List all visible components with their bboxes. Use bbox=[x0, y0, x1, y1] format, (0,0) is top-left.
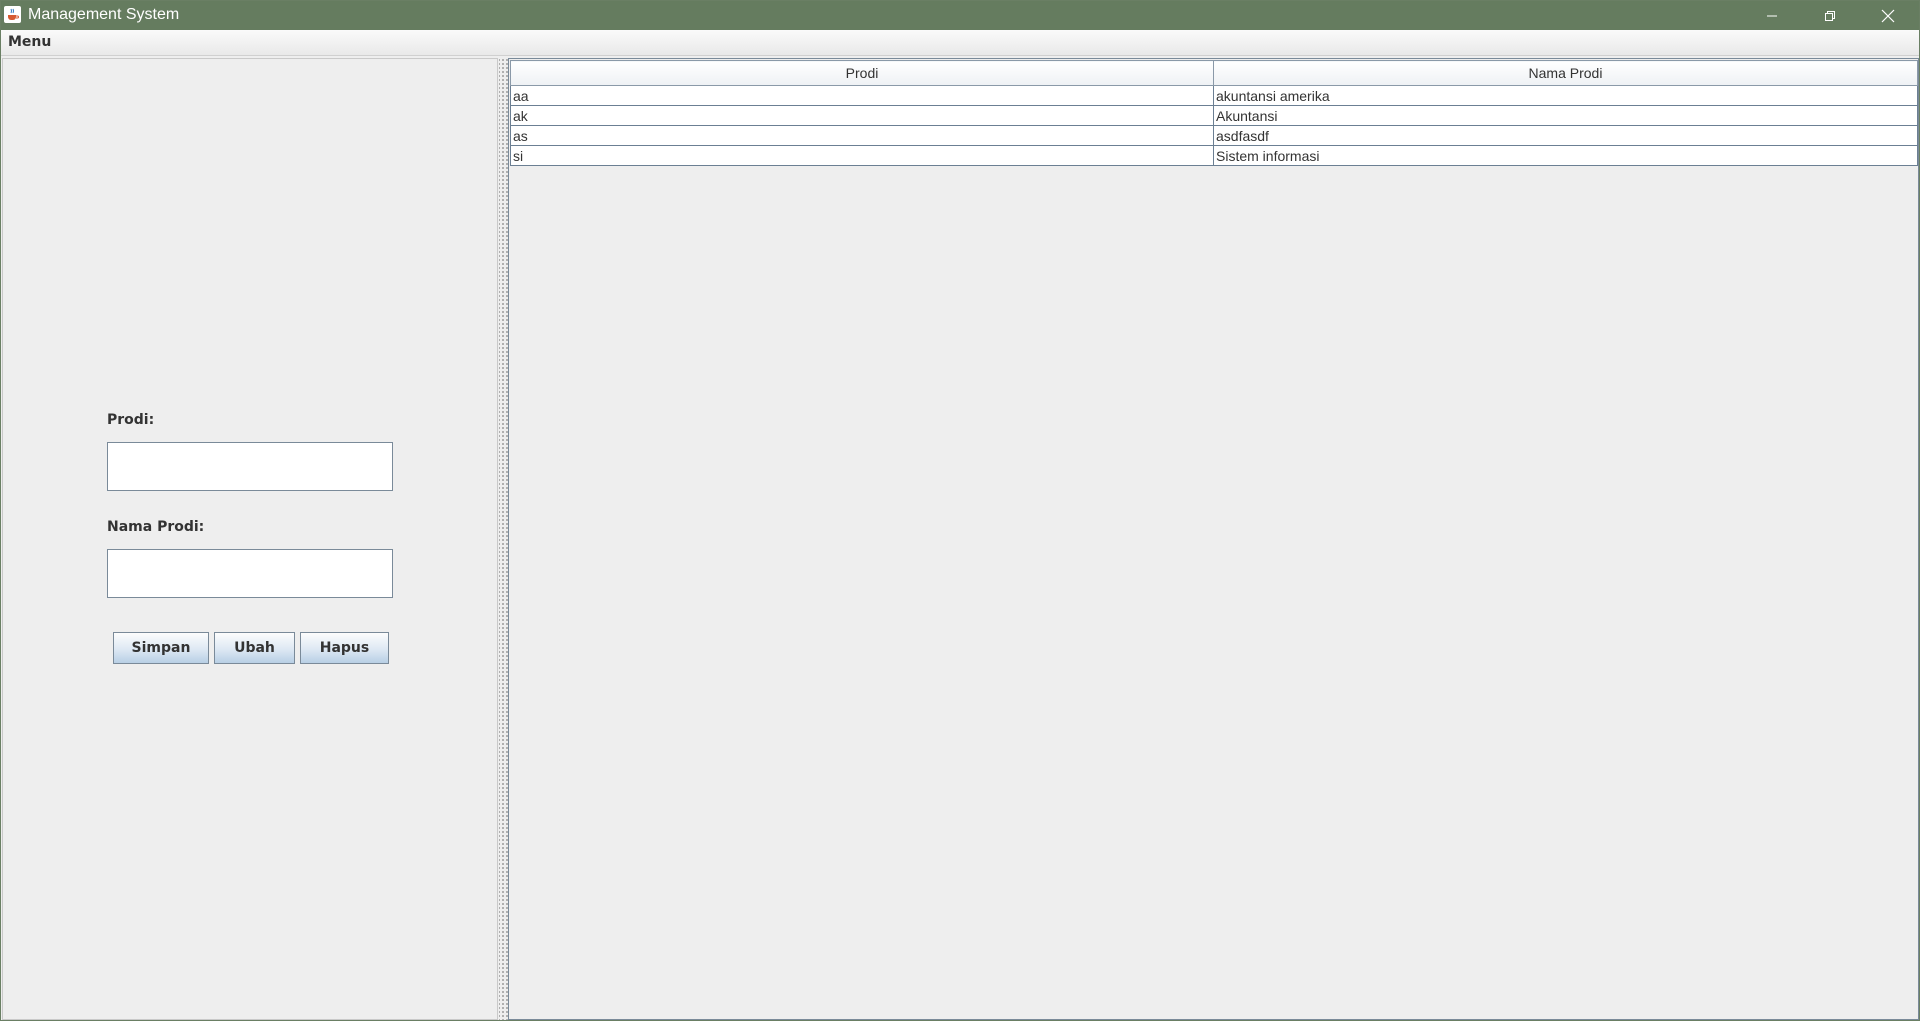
table-row[interactable]: ak Akuntansi bbox=[510, 105, 1918, 126]
menu-bar: Menu bbox=[1, 30, 1919, 56]
table-cell-prodi[interactable]: as bbox=[510, 125, 1214, 146]
table-row[interactable]: aa akuntansi amerika bbox=[510, 85, 1918, 106]
restore-button[interactable] bbox=[1801, 1, 1859, 30]
prodi-input[interactable] bbox=[107, 442, 393, 491]
minimize-button[interactable] bbox=[1743, 1, 1801, 30]
table-header-row: Prodi Nama Prodi bbox=[510, 60, 1918, 86]
column-header-nama-prodi[interactable]: Nama Prodi bbox=[1213, 60, 1918, 86]
table-scroll-pane: Prodi Nama Prodi aa akuntansi amerika ak… bbox=[508, 58, 1919, 1020]
prodi-table: Prodi Nama Prodi aa akuntansi amerika ak… bbox=[510, 60, 1918, 166]
table-cell-nama-prodi[interactable]: Sistem informasi bbox=[1213, 145, 1918, 166]
window-title: Management System bbox=[28, 6, 180, 23]
table-cell-prodi[interactable]: aa bbox=[510, 85, 1214, 106]
table-row[interactable]: si Sistem informasi bbox=[510, 145, 1918, 166]
column-header-prodi[interactable]: Prodi bbox=[510, 60, 1214, 86]
title-bar[interactable]: Management System bbox=[1, 1, 1919, 30]
table-cell-nama-prodi[interactable]: akuntansi amerika bbox=[1213, 85, 1918, 106]
close-button[interactable] bbox=[1859, 1, 1917, 30]
simpan-button[interactable]: Simpan bbox=[113, 632, 209, 664]
app-window: Management System Menu Prodi: Nama Prodi… bbox=[0, 0, 1920, 1021]
nama-prodi-label: Nama Prodi: bbox=[107, 519, 205, 535]
table-row[interactable]: as asdfasdf bbox=[510, 125, 1918, 146]
nama-prodi-input[interactable] bbox=[107, 549, 393, 598]
ubah-button[interactable]: Ubah bbox=[214, 632, 295, 664]
close-icon bbox=[1881, 9, 1895, 22]
menu-item-menu[interactable]: Menu bbox=[8, 34, 51, 50]
table-cell-nama-prodi[interactable]: asdfasdf bbox=[1213, 125, 1918, 146]
java-cup-icon bbox=[4, 6, 21, 23]
table-cell-prodi[interactable]: ak bbox=[510, 105, 1214, 126]
form-panel: Prodi: Nama Prodi: Simpan Ubah Hapus bbox=[2, 58, 498, 1020]
prodi-label: Prodi: bbox=[107, 412, 155, 428]
table-cell-nama-prodi[interactable]: Akuntansi bbox=[1213, 105, 1918, 126]
restore-icon bbox=[1825, 10, 1835, 21]
hapus-button[interactable]: Hapus bbox=[300, 632, 389, 664]
split-pane-divider[interactable] bbox=[499, 58, 508, 1020]
table-cell-prodi[interactable]: si bbox=[510, 145, 1214, 166]
minimize-icon bbox=[1767, 15, 1777, 16]
